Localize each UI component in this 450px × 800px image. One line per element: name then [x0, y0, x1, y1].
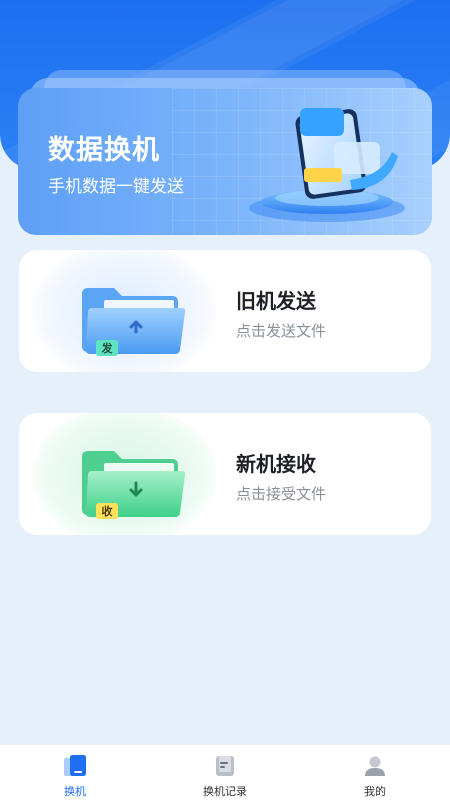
- receive-card-subtitle: 点击接受文件: [236, 485, 327, 503]
- send-card-subtitle: 点击发送文件: [236, 322, 327, 340]
- bottom-tab-bar: 换机 换机记录 我的: [0, 744, 450, 800]
- send-badge: 发: [101, 342, 113, 355]
- receive-card-title: 新机接收: [236, 452, 316, 476]
- phone-transfer-icon: [64, 755, 86, 776]
- tab-mine-label: 我的: [364, 785, 386, 798]
- tab-transfer[interactable]: 换机: [0, 745, 150, 800]
- record-icon: [216, 756, 234, 776]
- phone-transfer-illustration: [249, 108, 405, 222]
- user-icon: [365, 756, 385, 776]
- send-folder-icon: [82, 288, 186, 356]
- tab-transfer-label: 换机: [64, 785, 86, 798]
- hero-banner: 数据换机 手机数据一键发送: [18, 88, 432, 235]
- receive-card[interactable]: 收 新机接收 点击接受文件: [19, 413, 431, 535]
- receive-badge: 收: [101, 505, 113, 518]
- send-card[interactable]: 发 旧机发送 点击发送文件: [19, 250, 431, 372]
- send-card-title: 旧机发送: [236, 289, 316, 313]
- tab-records-label: 换机记录: [203, 785, 247, 798]
- hero-title: 数据换机: [48, 135, 160, 166]
- tab-records[interactable]: 换机记录: [150, 745, 300, 800]
- receive-folder-icon: [82, 451, 186, 519]
- tab-mine[interactable]: 我的: [300, 745, 450, 800]
- hero-subtitle: 手机数据一键发送: [48, 177, 184, 197]
